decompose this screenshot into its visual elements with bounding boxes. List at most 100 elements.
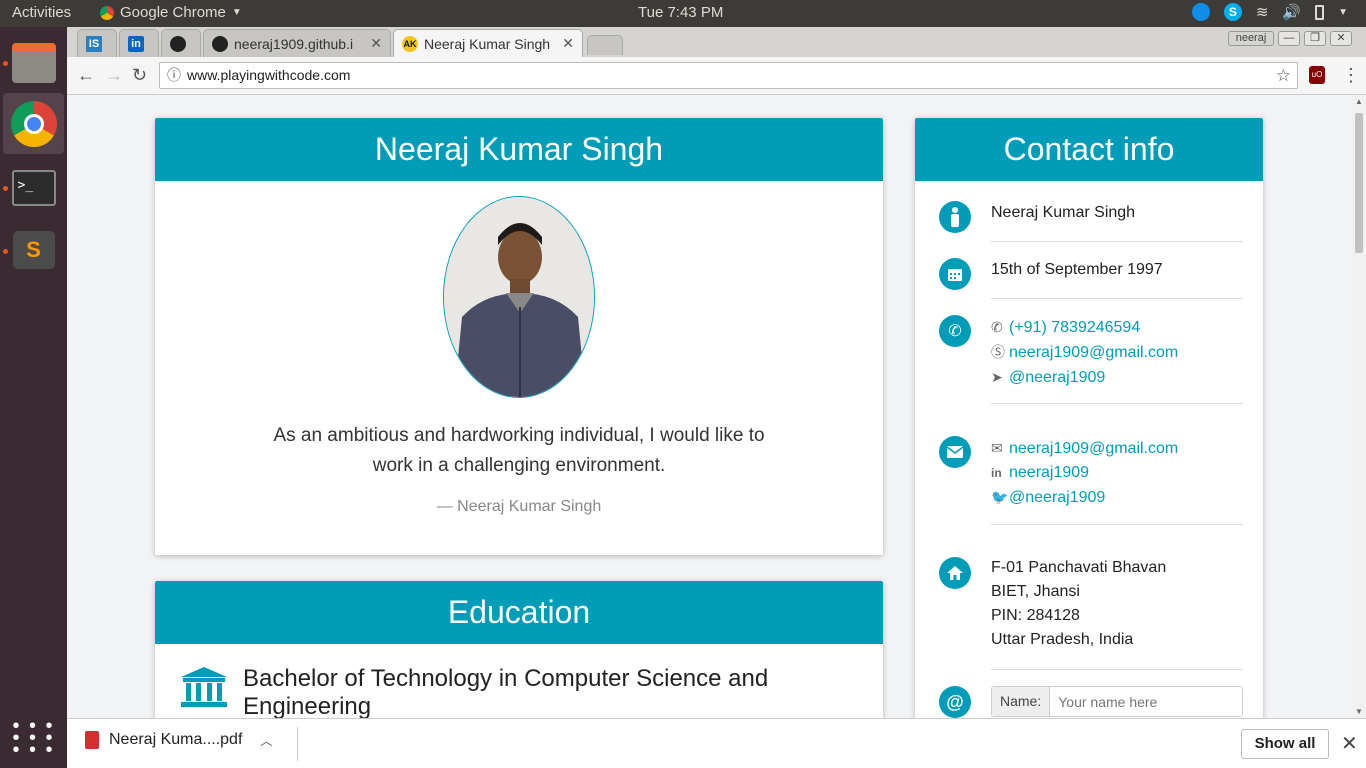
- tab-github-pages[interactable]: neeraj1909.github.i ✕: [203, 29, 391, 57]
- twitter-link[interactable]: @neeraj1909: [1009, 489, 1105, 506]
- education-card: Education Bachelor of Technology in Comp…: [155, 581, 883, 718]
- at-sign-icon: @: [939, 686, 971, 718]
- back-button[interactable]: ←: [77, 65, 95, 86]
- info-icon[interactable]: ⓘ: [167, 63, 181, 88]
- tab-active-profile[interactable]: AK Neeraj Kumar Singh ✕: [393, 29, 583, 57]
- reload-button[interactable]: ↻: [132, 65, 147, 86]
- divider: [297, 727, 298, 761]
- name-field-group: Name:: [991, 686, 1243, 717]
- download-file-name: Neeraj Kuma....pdf: [109, 731, 243, 748]
- close-icon[interactable]: ✕: [370, 35, 382, 52]
- files-app-icon[interactable]: [3, 32, 64, 93]
- launcher-dock: >_ S • • • • • • • • •: [0, 27, 67, 768]
- linkedin-icon: in: [128, 35, 144, 52]
- wifi-icon[interactable]: ≋: [1256, 3, 1269, 21]
- phone-link[interactable]: (+91) 7839246594: [1009, 319, 1140, 336]
- twitter-small-icon: 🐦: [991, 489, 1009, 505]
- chrome-icon: [100, 5, 114, 20]
- telegram-small-icon: ➤: [991, 369, 1003, 385]
- chevron-down-icon[interactable]: ▼: [1338, 7, 1348, 18]
- browser-toolbar: ← → ↻ ⓘ www.playingwithcode.com ☆ uO ⋮: [67, 57, 1366, 95]
- volume-icon[interactable]: 🔊: [1282, 3, 1301, 21]
- github-icon: [170, 35, 186, 52]
- forward-button[interactable]: →: [105, 65, 123, 86]
- chrome-app-icon[interactable]: [3, 93, 64, 154]
- close-icon[interactable]: ✕: [562, 35, 574, 52]
- github-icon: [212, 35, 228, 52]
- skype-small-icon: Ⓢ: [991, 344, 1005, 360]
- download-bar: Neeraj Kuma....pdf ︿ Show all ✕: [67, 718, 1366, 768]
- name-field-label: Name:: [992, 687, 1051, 716]
- skype-icon[interactable]: S: [1223, 3, 1242, 21]
- address-line: PIN: 284128: [991, 607, 1080, 624]
- tab-strip: IS in neeraj1909.github.i ✕ AK Neeraj Ku…: [67, 27, 1366, 57]
- contact-name: Neeraj Kumar Singh: [991, 204, 1136, 221]
- chevron-up-icon[interactable]: ︿: [260, 732, 272, 749]
- divider: [991, 241, 1243, 242]
- activities-button[interactable]: Activities: [12, 4, 71, 21]
- sublime-text-app-icon[interactable]: S: [3, 219, 64, 280]
- url-text: www.playingwithcode.com: [187, 67, 351, 83]
- social-block: ✉ neeraj1909@gmail.com in neeraj1909 🐦@nee…: [991, 436, 1243, 510]
- site-favicon-icon: IS: [86, 35, 102, 52]
- app-name: Google Chrome: [120, 4, 226, 21]
- maximize-button[interactable]: ❐: [1304, 31, 1326, 46]
- new-tab-button[interactable]: [587, 35, 623, 55]
- battery-icon[interactable]: [1315, 4, 1325, 20]
- scroll-down-icon[interactable]: ▼: [1355, 707, 1363, 716]
- profile-card: Neeraj Kumar Singh As an ambitious and h…: [155, 118, 883, 555]
- avatar: [443, 196, 595, 398]
- calendar-icon: [939, 258, 971, 290]
- tab-pinned-1[interactable]: IS: [77, 29, 117, 57]
- teamviewer-icon[interactable]: [1191, 3, 1210, 21]
- app-menu[interactable]: Google Chrome ▼: [100, 4, 242, 21]
- profile-quote: As an ambitious and hardworking individu…: [273, 425, 765, 476]
- address-bar[interactable]: ⓘ www.playingwithcode.com ☆: [159, 62, 1298, 89]
- minimize-button[interactable]: —: [1278, 31, 1300, 46]
- telegram-link[interactable]: @neeraj1909: [1009, 369, 1105, 386]
- envelope-small-icon: ✉: [991, 440, 1003, 456]
- page-scrollbar[interactable]: ▲ ▼: [1352, 95, 1366, 718]
- date-of-birth: 15th of September 1997: [991, 261, 1163, 278]
- divider: [991, 403, 1243, 404]
- education-heading: Education: [155, 581, 883, 644]
- contact-card: Contact info Neeraj Kumar Singh 15th of …: [915, 118, 1263, 718]
- address-line: Uttar Pradesh, India: [991, 631, 1134, 648]
- university-icon: [181, 667, 227, 714]
- close-icon[interactable]: ✕: [1341, 731, 1358, 756]
- tab-pinned-github[interactable]: [161, 29, 201, 57]
- ublock-icon[interactable]: uO: [1309, 66, 1325, 84]
- show-applications-icon[interactable]: • • • • • • • • •: [3, 707, 64, 768]
- close-window-button[interactable]: ✕: [1330, 31, 1352, 46]
- clock[interactable]: Tue 7:43 PM: [638, 4, 723, 21]
- degree-title: Bachelor of Technology in Computer Scien…: [243, 665, 769, 718]
- show-all-downloads-button[interactable]: Show all: [1241, 729, 1329, 759]
- skype-link[interactable]: neeraj1909@gmail.com: [1009, 344, 1178, 361]
- address-line: BIET, Jhansi: [991, 583, 1080, 600]
- divider: [991, 669, 1243, 670]
- address-line: F-01 Panchavati Bhavan: [991, 559, 1167, 576]
- scrollbar-thumb[interactable]: [1355, 113, 1363, 253]
- linkedin-link[interactable]: neeraj1909: [1009, 464, 1089, 481]
- linkedin-small-icon: in: [991, 466, 1002, 480]
- name-input[interactable]: [1050, 687, 1242, 716]
- user-badge[interactable]: neeraj: [1228, 31, 1274, 46]
- scroll-up-icon[interactable]: ▲: [1355, 97, 1363, 106]
- terminal-app-icon[interactable]: >_: [3, 157, 64, 218]
- envelope-icon: [939, 436, 971, 468]
- star-icon[interactable]: ☆: [1276, 63, 1291, 88]
- system-top-bar: Activities Google Chrome ▼ Tue 7:43 PM S…: [0, 0, 1366, 27]
- email-link[interactable]: neeraj1909@gmail.com: [1009, 440, 1178, 457]
- menu-icon[interactable]: ⋮: [1342, 65, 1360, 86]
- download-item[interactable]: Neeraj Kuma....pdf ︿: [85, 731, 272, 749]
- page-viewport: Neeraj Kumar Singh As an ambitious and h…: [67, 95, 1352, 718]
- home-icon: [939, 557, 971, 589]
- divider: [991, 298, 1243, 299]
- chevron-down-icon: ▼: [231, 7, 242, 18]
- window-controls: neeraj — ❐ ✕: [1228, 31, 1352, 46]
- pdf-file-icon: [85, 731, 99, 749]
- address-block: F-01 Panchavati Bhavan BIET, Jhansi PIN:…: [991, 556, 1243, 652]
- quote-citation: — Neeraj Kumar Singh: [436, 498, 602, 515]
- tab-pinned-linkedin[interactable]: in: [119, 29, 159, 57]
- phone-small-icon: ✆: [991, 319, 1003, 335]
